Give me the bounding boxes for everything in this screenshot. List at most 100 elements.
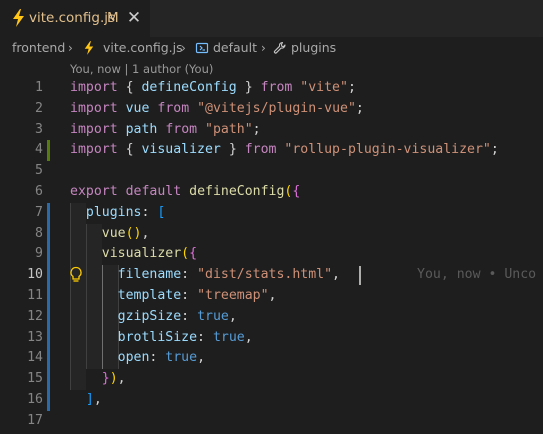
code-line[interactable]: 2 import vue from "@vitejs/plugin-vue"; — [0, 99, 543, 120]
code-token: [ — [157, 204, 166, 220]
code-token: path — [125, 121, 158, 137]
code-token: import — [70, 80, 118, 95]
code-token: true — [197, 308, 229, 324]
code-text: import vue from "@vitejs/plugin-vue"; — [70, 99, 364, 120]
code-token: true — [165, 350, 198, 366]
code-text: gzipSize: true, — [70, 307, 237, 328]
breadcrumb-item-default[interactable]: default — [213, 37, 257, 59]
line-number: 1 — [35, 80, 43, 95]
code-token: ) — [133, 225, 142, 241]
code-token: from — [165, 121, 198, 137]
code-token: import — [70, 100, 118, 116]
code-editor[interactable]: 1 import { defineConfig } from "vite"; 2 im… — [0, 78, 543, 434]
code-token: , — [117, 371, 126, 387]
tab-modified-status: M — [107, 10, 119, 26]
text-cursor — [359, 266, 361, 285]
codelens-author[interactable]: You, now | 1 author (You) — [70, 60, 213, 78]
inline-blame: You, now • Unco — [417, 267, 537, 283]
code-token: , — [268, 288, 277, 303]
code-text: import { defineConfig } from "vite"; — [70, 78, 356, 99]
close-icon[interactable]: ✕ — [125, 8, 143, 28]
code-text: ], — [70, 390, 102, 411]
vite-icon — [12, 9, 25, 27]
code-token: brotliSize — [117, 329, 198, 345]
code-line[interactable]: 6 export default defineConfig({ — [0, 182, 543, 203]
code-token: : — [181, 267, 198, 283]
code-text: visualizer({ — [70, 244, 197, 265]
code-token: template — [117, 288, 182, 303]
code-line[interactable]: 14 open: true, — [0, 348, 543, 369]
line-number: 14 — [27, 350, 43, 366]
wrench-icon — [273, 41, 287, 55]
code-token: vue — [125, 100, 150, 116]
symbol-variable-icon — [195, 41, 209, 55]
line-number: 7 — [35, 204, 43, 220]
code-line[interactable]: 17 — [0, 411, 543, 432]
code-token: } — [101, 371, 110, 387]
chevron-right-icon: › — [261, 41, 266, 55]
code-token: true — [212, 329, 245, 345]
code-token: { — [292, 184, 301, 199]
breadcrumb: frontend › vite.config.js › default › pl… — [0, 37, 543, 59]
code-line[interactable]: 7 plugins: [ — [0, 203, 543, 224]
chevron-right-icon: › — [68, 41, 73, 55]
code-token: { — [189, 246, 198, 262]
code-token: ; — [252, 121, 261, 137]
code-token: from — [260, 80, 293, 95]
code-text: vue(), — [70, 224, 150, 245]
breadcrumb-item-plugins[interactable]: plugins — [291, 37, 336, 59]
line-number: 4 — [35, 142, 43, 158]
code-text: template: "treemap", — [70, 286, 277, 307]
breadcrumb-item-file[interactable]: vite.config.js — [103, 37, 183, 59]
code-token: , — [93, 392, 102, 407]
code-text: open: true, — [70, 348, 205, 369]
code-token: from — [244, 142, 277, 158]
code-token: , — [228, 308, 237, 324]
code-token: ; — [347, 80, 356, 95]
code-line[interactable]: 13 brotliSize: true, — [0, 328, 543, 349]
code-token: ; — [490, 142, 499, 158]
code-token: "@vitejs/plugin-vue" — [197, 100, 356, 116]
code-line[interactable]: 8 vue(), — [0, 224, 543, 245]
code-token: { — [117, 142, 142, 158]
code-line[interactable]: 3 import path from "path"; — [0, 120, 543, 141]
code-token: , — [332, 267, 340, 283]
line-number: 15 — [27, 371, 43, 387]
code-line[interactable]: 11 template: "treemap", — [0, 286, 543, 307]
tab-bar: vite.config.js M ✕ — [0, 0, 543, 37]
code-token: : — [141, 204, 158, 220]
code-token: export — [70, 184, 118, 199]
code-token: visualizer — [141, 142, 221, 158]
code-token: import — [70, 121, 118, 137]
tab-vite-config[interactable]: vite.config.js M ✕ — [0, 0, 150, 37]
code-line[interactable]: 4 import { visualizer } from "rollup-plug… — [0, 140, 543, 161]
line-number: 3 — [35, 121, 43, 137]
code-token: filename — [117, 267, 182, 283]
code-token: ( — [181, 246, 190, 262]
code-line[interactable]: 15 }), — [0, 369, 543, 390]
code-token: "rollup-plugin-visualizer" — [284, 142, 491, 158]
code-line[interactable]: 12 gzipSize: true, — [0, 307, 543, 328]
code-token: { — [117, 80, 142, 95]
lightbulb-icon[interactable] — [69, 266, 83, 284]
breadcrumb-item-frontend[interactable]: frontend — [12, 37, 65, 59]
line-number: 11 — [27, 288, 43, 303]
code-line[interactable]: 16 ], — [0, 390, 543, 411]
code-line[interactable]: 1 import { defineConfig } from "vite"; — [0, 78, 543, 99]
code-token: defineConfig — [141, 80, 237, 95]
code-line[interactable]: 9 visualizer({ — [0, 244, 543, 265]
code-token: : — [149, 350, 166, 366]
code-token: vue — [101, 225, 126, 241]
code-token: ) — [109, 371, 118, 387]
code-line[interactable]: 5 — [0, 161, 543, 182]
line-number: 8 — [35, 225, 43, 241]
